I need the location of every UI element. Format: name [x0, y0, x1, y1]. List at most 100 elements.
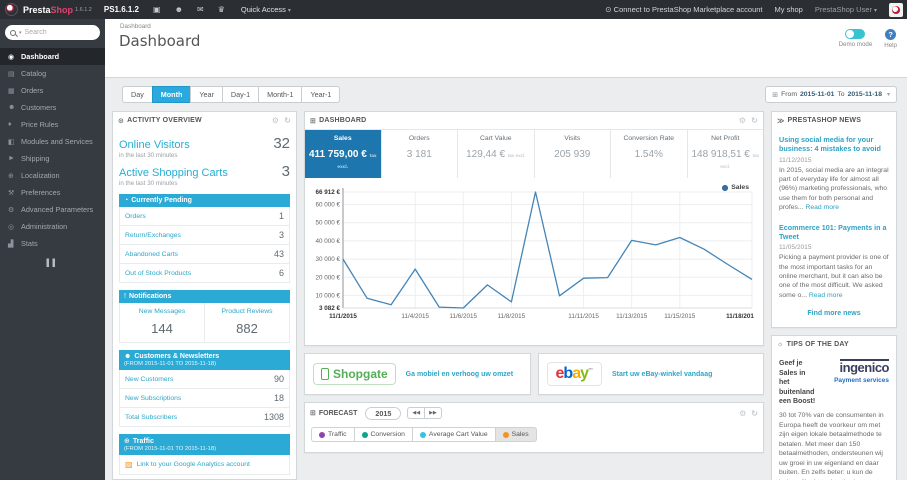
gear-icon[interactable]: ⚙	[739, 116, 746, 125]
brand-name[interactable]: PrestaShop	[23, 5, 73, 15]
sidebar-item-preferences[interactable]: ⚒ Preferences	[0, 184, 105, 201]
out-of-stock-row[interactable]: Out of Stock Products 6	[119, 264, 290, 283]
help-icon[interactable]: ?	[885, 29, 897, 40]
employee-icon[interactable]: ☻	[175, 5, 183, 14]
demo-mode-toggle[interactable]	[845, 29, 866, 39]
pending-orders-row[interactable]: Orders 1	[119, 207, 290, 226]
forecast-legend-average-cart-value[interactable]: Average Cart Value	[411, 427, 495, 442]
kpi-orders[interactable]: Orders 3 181	[382, 130, 458, 178]
forecast-legend-traffic[interactable]: Traffic	[311, 427, 354, 442]
shop-name[interactable]: PS1.6.1.2	[104, 5, 139, 14]
user-menu[interactable]: PrestaShop User ▾	[815, 5, 877, 14]
article-title-link[interactable]: Ecommerce 101: Payments in a Tweet	[779, 223, 889, 242]
online-visitors-metric[interactable]: Online Visitors 32	[119, 135, 290, 152]
sidebar-item-customers[interactable]: ☻ Customers	[0, 99, 105, 116]
product-reviews-cell[interactable]: Product Reviews 882	[204, 303, 289, 342]
refresh-icon[interactable]: ↻	[284, 116, 291, 125]
sidebar-item-advanced-parameters[interactable]: ⚙ Advanced Parameters	[0, 201, 105, 218]
total-subscribers-row[interactable]: Total Subscribers 1308	[119, 408, 290, 427]
abandoned-carts-row[interactable]: Abandoned Carts 43	[119, 245, 290, 264]
stats-icon: ▟	[8, 240, 14, 248]
read-more-link[interactable]: Read more	[805, 204, 839, 211]
kpi-label: Sales	[333, 135, 352, 142]
new-subscriptions-row[interactable]: New Subscriptions 18	[119, 389, 290, 408]
sidebar-item-orders[interactable]: ▦ Orders	[0, 82, 105, 99]
dashboard-panel-title: DASHBOARD	[319, 117, 367, 124]
quick-access-menu[interactable]: Quick Access ▾	[241, 5, 291, 14]
brand-version: 1.6.1.2	[75, 6, 92, 13]
forecast-legend-sales[interactable]: Sales	[494, 427, 537, 442]
sidebar-item-price-rules[interactable]: ♦ Price Rules	[0, 116, 105, 133]
period-month-button[interactable]: Month	[151, 86, 191, 103]
kpi-conversion-rate[interactable]: Conversion Rate 1.54%	[611, 130, 688, 178]
sidebar-item-shipping[interactable]: ► Shipping	[0, 150, 105, 167]
marketplace-label: Connect to PrestaShop Marketplace accoun…	[613, 5, 763, 14]
find-more-news-link[interactable]: Find more news	[779, 310, 889, 317]
forecast-legend-conversion[interactable]: Conversion	[353, 427, 412, 442]
period-day-button[interactable]: Day	[122, 86, 152, 103]
previous-year-button[interactable]: ◀◀	[407, 407, 425, 419]
sidebar-item-modules[interactable]: ◧ Modules and Services	[0, 133, 105, 150]
active-carts-metric[interactable]: Active Shopping Carts 3	[119, 163, 290, 180]
read-more-link[interactable]: Read more	[809, 292, 843, 299]
chevron-down-icon: ▾	[886, 92, 890, 98]
search-input[interactable]	[24, 29, 85, 36]
online-visitors-value: 32	[273, 135, 290, 152]
period-day-1-button[interactable]: Day-1	[221, 86, 259, 103]
pending-returns-row[interactable]: Return/Exchanges 3	[119, 226, 290, 245]
avatar[interactable]	[889, 2, 903, 17]
refresh-icon[interactable]: ↻	[751, 116, 758, 125]
marketplace-link[interactable]: ⊙ Connect to PrestaShop Marketplace acco…	[605, 5, 762, 14]
next-year-button[interactable]: ▶▶	[424, 407, 442, 419]
sidebar-item-catalog[interactable]: ▤ Catalog	[0, 65, 105, 82]
legend-label: Sales	[731, 184, 749, 191]
sidebar-item-stats[interactable]: ▟ Stats	[0, 235, 105, 252]
period-month-1-button[interactable]: Month-1	[258, 86, 302, 103]
sidebar-search[interactable]: ▾	[5, 25, 100, 40]
kpi-sales[interactable]: Sales 411 759,00 € tax excl.	[305, 130, 382, 178]
active-carts-label: Active Shopping Carts	[119, 167, 228, 179]
sidebar-item-administration[interactable]: ◎ Administration	[0, 218, 105, 235]
search-scope-caret-icon[interactable]: ▾	[19, 30, 22, 36]
kpi-label: Orders	[408, 135, 430, 142]
cart-icon[interactable]: ▣	[153, 5, 161, 14]
mail-icon[interactable]: ✉	[197, 5, 204, 14]
article-title-link[interactable]: Using social media for your business: 4 …	[779, 135, 889, 154]
ebay-promo-link[interactable]: Start uw eBay-winkel vandaag	[612, 371, 712, 378]
forecast-year-select[interactable]: 2015	[365, 406, 402, 420]
ebay-promo-card[interactable]: ebay™ Start uw eBay-winkel vandaag	[537, 353, 764, 395]
my-shop-link[interactable]: My shop	[775, 5, 803, 14]
svg-text:11/13/2015: 11/13/2015	[616, 313, 648, 320]
kpi-net-profit[interactable]: Net Profit 148 918,51 € tax excl.	[688, 130, 764, 178]
sidebar-item-localization[interactable]: ⊕ Localization	[0, 167, 105, 184]
shopgate-promo-card[interactable]: Shopgate Ga mobiel en verhoog uw omzet	[304, 353, 531, 395]
period-year-1-button[interactable]: Year-1	[301, 86, 341, 103]
news-body: Using social media for your business: 4 …	[772, 129, 896, 327]
kpi-visits[interactable]: Visits 205 939	[535, 130, 611, 178]
prestashop-admin-window: PrestaShop 1.6.1.2 PS1.6.1.2 ▣ ☻ ✉ ♛ Qui…	[0, 0, 907, 480]
new-customers-row[interactable]: New Customers 90	[119, 370, 290, 389]
period-year-button[interactable]: Year	[190, 86, 222, 103]
sales-line-chart[interactable]: 3 082 € 10 000 € 20 000 € 30 000 € 40 000 € 5…	[307, 180, 761, 341]
trophy-icon[interactable]: ♛	[218, 5, 225, 14]
sidebar-item-label: Shipping	[21, 154, 50, 163]
refresh-icon[interactable]: ↻	[751, 409, 758, 418]
google-analytics-link[interactable]: ▨ Link to your Google Analytics account	[119, 455, 290, 475]
sidebar-collapse-button[interactable]: ▌▌	[0, 260, 105, 267]
sidebar-item-dashboard[interactable]: ◉ Dashboard	[0, 48, 105, 65]
row-value: 6	[278, 268, 284, 278]
article-excerpt: Picking a payment provider is one of the…	[779, 253, 889, 300]
sidebar-item-label: Advanced Parameters	[21, 205, 94, 214]
shopgate-promo-link[interactable]: Ga mobiel en verhoog uw omzet	[406, 371, 513, 378]
gear-icon[interactable]: ⚙	[739, 409, 746, 418]
date-range-picker[interactable]: ⊞ From 2015-11-01 To 2015-11-18 ▾	[765, 86, 897, 103]
kpi-cart-value[interactable]: Cart Value 129,44 € tax excl.	[458, 130, 535, 178]
shipping-icon: ►	[8, 155, 15, 162]
row-label: Orders	[125, 212, 146, 220]
breadcrumb[interactable]: Dashboard	[105, 19, 907, 30]
new-messages-cell[interactable]: New Messages 144	[120, 303, 204, 342]
prestashop-logo-icon[interactable]	[5, 3, 18, 16]
gear-icon[interactable]: ⚙	[272, 116, 279, 125]
shopgate-mark-icon	[321, 368, 329, 380]
prestashop-news-panel: ≫ PRESTASHOP NEWS Using social media for…	[771, 111, 897, 329]
